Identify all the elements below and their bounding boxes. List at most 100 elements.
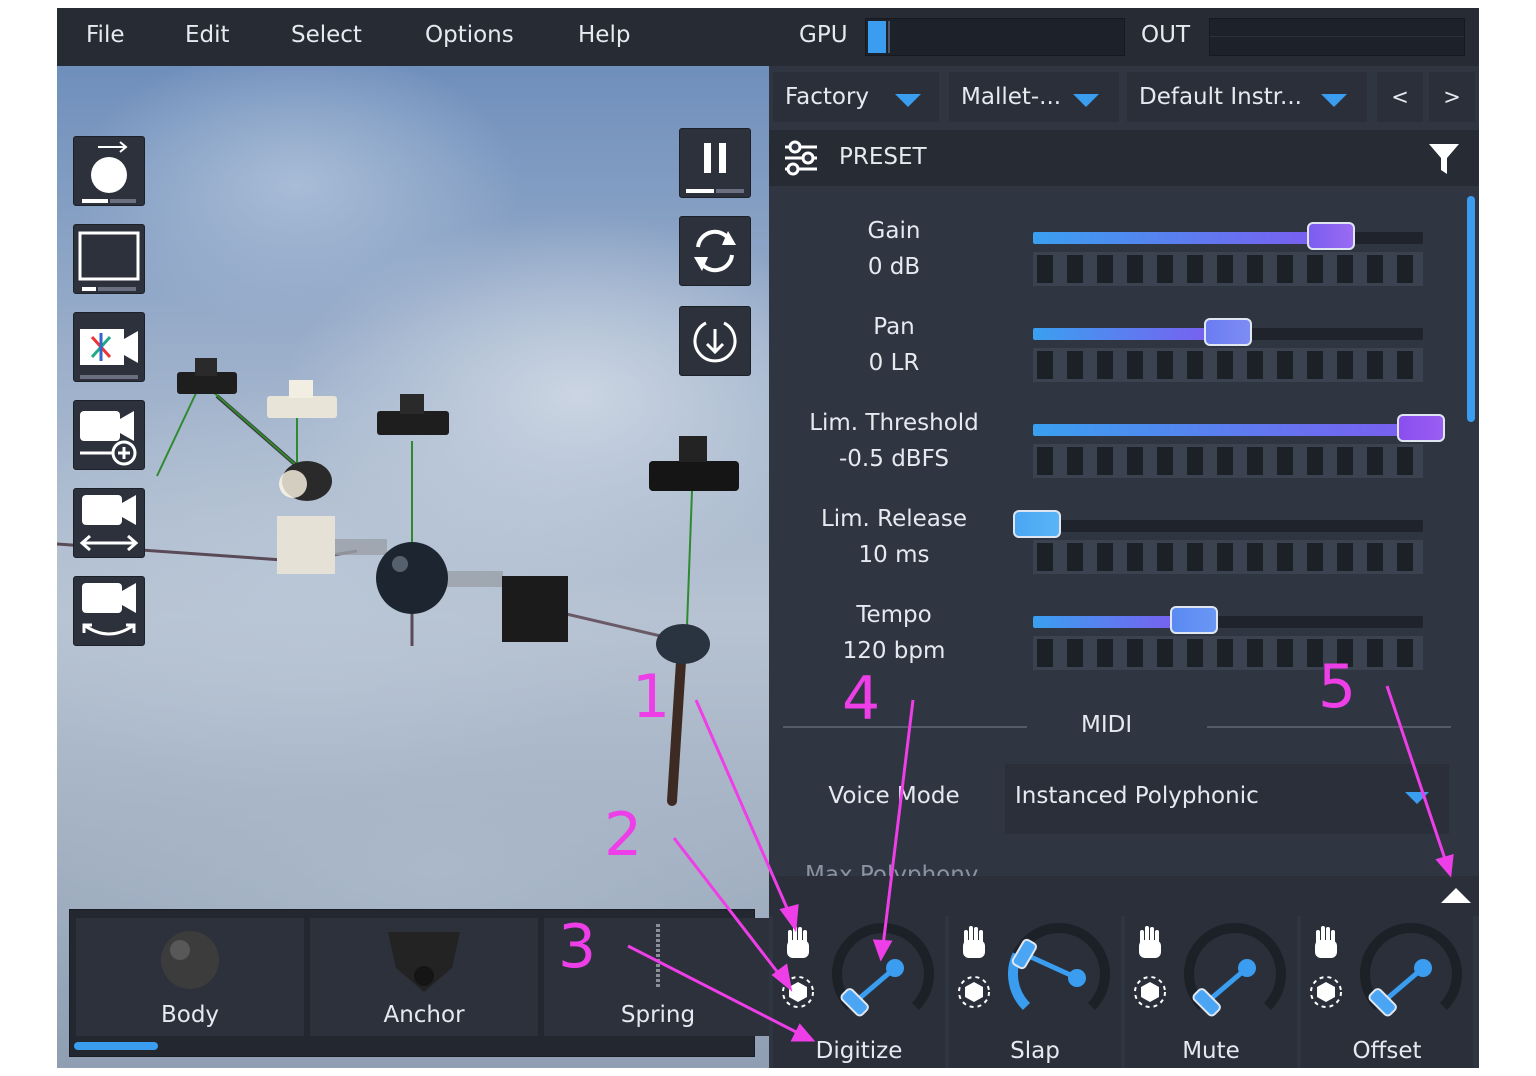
hexagon-target-icon[interactable]: [1310, 976, 1342, 1008]
modulation-cell: [1067, 639, 1083, 667]
body-sphere[interactable]: [376, 542, 448, 614]
menu-options[interactable]: Options: [425, 22, 514, 48]
scene-viewport[interactable]: Body Anchor Spring: [57, 66, 769, 1068]
constraint-line: [156, 390, 198, 477]
download-button[interactable]: [679, 306, 751, 376]
param-slider[interactable]: [1033, 606, 1423, 634]
gpu-meter-fill: [868, 21, 886, 53]
slider-thumb[interactable]: [1397, 414, 1445, 442]
out-label: OUT: [1141, 22, 1190, 48]
modulation-cell: [1157, 351, 1173, 379]
body-cube[interactable]: [502, 576, 568, 642]
frame-tool[interactable]: [73, 224, 145, 294]
camera-pan-icon: [79, 495, 139, 552]
menu-file[interactable]: File: [86, 22, 125, 48]
body-cube[interactable]: [277, 516, 335, 574]
param-slider[interactable]: [1033, 222, 1423, 250]
collapse-arrow-icon[interactable]: [1441, 888, 1471, 903]
menu-bar: File Edit Select Options Help GPU OUT: [57, 8, 1479, 67]
anchor-object[interactable]: [377, 394, 449, 435]
grab-hand-icon[interactable]: [787, 926, 809, 958]
modulation-cell: [1097, 639, 1113, 667]
slider-fill: [1033, 424, 1407, 436]
param-value: 120 bpm: [842, 638, 946, 664]
menu-edit[interactable]: Edit: [185, 22, 230, 48]
param-name: Tempo: [856, 602, 932, 628]
param-slider[interactable]: [1033, 318, 1423, 346]
modulation-cell: [1037, 447, 1053, 475]
modulation-strip[interactable]: [1033, 540, 1423, 574]
modulation-cell: [1247, 543, 1263, 571]
modulation-cell: [1397, 543, 1413, 571]
slider-thumb[interactable]: [1170, 606, 1218, 634]
modulation-cell: [1277, 255, 1293, 283]
voice-mode-dropdown[interactable]: Instanced Polyphonic: [1005, 764, 1449, 834]
annotation-label-3: 3: [558, 912, 597, 982]
param-slider[interactable]: [1033, 414, 1445, 442]
param-slider[interactable]: [1013, 510, 1423, 538]
annotation-label-4: 4: [842, 664, 881, 734]
modulation-cell: [1097, 543, 1113, 571]
midi-section-title: MIDI: [1081, 712, 1133, 738]
next-preset-button[interactable]: >: [1429, 72, 1475, 122]
filter-icon[interactable]: [1427, 142, 1461, 176]
macro-knob[interactable]: [1301, 916, 1473, 1036]
modulation-cell: [1217, 447, 1233, 475]
modulation-cell: [1277, 447, 1293, 475]
modulation-strip[interactable]: [1033, 252, 1423, 286]
slider-thumb[interactable]: [1204, 318, 1252, 346]
grab-hand-icon[interactable]: [963, 926, 985, 958]
anchor-object[interactable]: [267, 380, 337, 418]
slider-fill: [1033, 232, 1317, 244]
pause-icon: [686, 143, 744, 193]
macro-knob[interactable]: [949, 916, 1121, 1036]
body-sphere[interactable]: [656, 624, 710, 664]
move-ball-tool[interactable]: [73, 136, 145, 206]
prev-preset-button[interactable]: <: [1377, 72, 1423, 122]
macro-mute: Mute: [1125, 916, 1297, 1068]
modulation-cell: [1247, 255, 1263, 283]
macro-knob[interactable]: [1125, 916, 1297, 1036]
menu-select[interactable]: Select: [291, 22, 362, 48]
camera-add-tool[interactable]: [73, 400, 145, 470]
modulation-cell: [1367, 639, 1383, 667]
hexagon-target-icon[interactable]: [958, 976, 990, 1008]
modulation-strip[interactable]: [1033, 444, 1423, 478]
anchor-object[interactable]: [649, 436, 739, 491]
slider-thumb[interactable]: [1013, 510, 1061, 538]
palette-body[interactable]: Body: [76, 918, 304, 1036]
hexagon-target-icon[interactable]: [782, 976, 814, 1008]
hexagon-target-icon[interactable]: [1134, 976, 1166, 1008]
menu-help[interactable]: Help: [578, 22, 630, 48]
camera-axes-tool[interactable]: [73, 312, 145, 382]
palette-anchor[interactable]: Anchor: [310, 918, 538, 1036]
macro-knob[interactable]: [773, 916, 945, 1036]
modulation-cell: [1277, 543, 1293, 571]
voice-mode-label: Voice Mode: [828, 783, 960, 809]
chevron-down-icon: [1321, 94, 1347, 107]
pause-button[interactable]: [679, 128, 751, 198]
modulation-strip[interactable]: [1033, 348, 1423, 382]
param-value: -0.5 dBFS: [839, 446, 949, 472]
camera-pan-tool[interactable]: [73, 488, 145, 558]
panel-scrollbar[interactable]: [1467, 196, 1475, 422]
sliders-icon[interactable]: [781, 138, 821, 178]
camera-orbit-icon: [82, 583, 136, 636]
slider-thumb[interactable]: [1307, 222, 1355, 250]
param-name: Lim. Threshold: [809, 410, 979, 436]
grab-hand-icon[interactable]: [1315, 926, 1337, 958]
modulation-cell: [1037, 351, 1053, 379]
anchor-object[interactable]: [177, 358, 237, 394]
modulation-cell: [1037, 255, 1053, 283]
physics-scene[interactable]: [57, 66, 769, 916]
modulation-cell: [1127, 447, 1143, 475]
instrument-panel: Factory Mallet-... Default Instr... < > …: [769, 66, 1479, 1068]
grab-hand-icon[interactable]: [1139, 926, 1161, 958]
bank-dropdown[interactable]: Factory: [773, 72, 939, 122]
camera-orbit-tool[interactable]: [73, 576, 145, 646]
palette-scrollbar[interactable]: [74, 1042, 158, 1050]
modulation-strip[interactable]: [1033, 636, 1423, 670]
reset-button[interactable]: [679, 216, 751, 286]
preset-dropdown[interactable]: Default Instr...: [1127, 72, 1367, 122]
category-dropdown[interactable]: Mallet-...: [949, 72, 1119, 122]
